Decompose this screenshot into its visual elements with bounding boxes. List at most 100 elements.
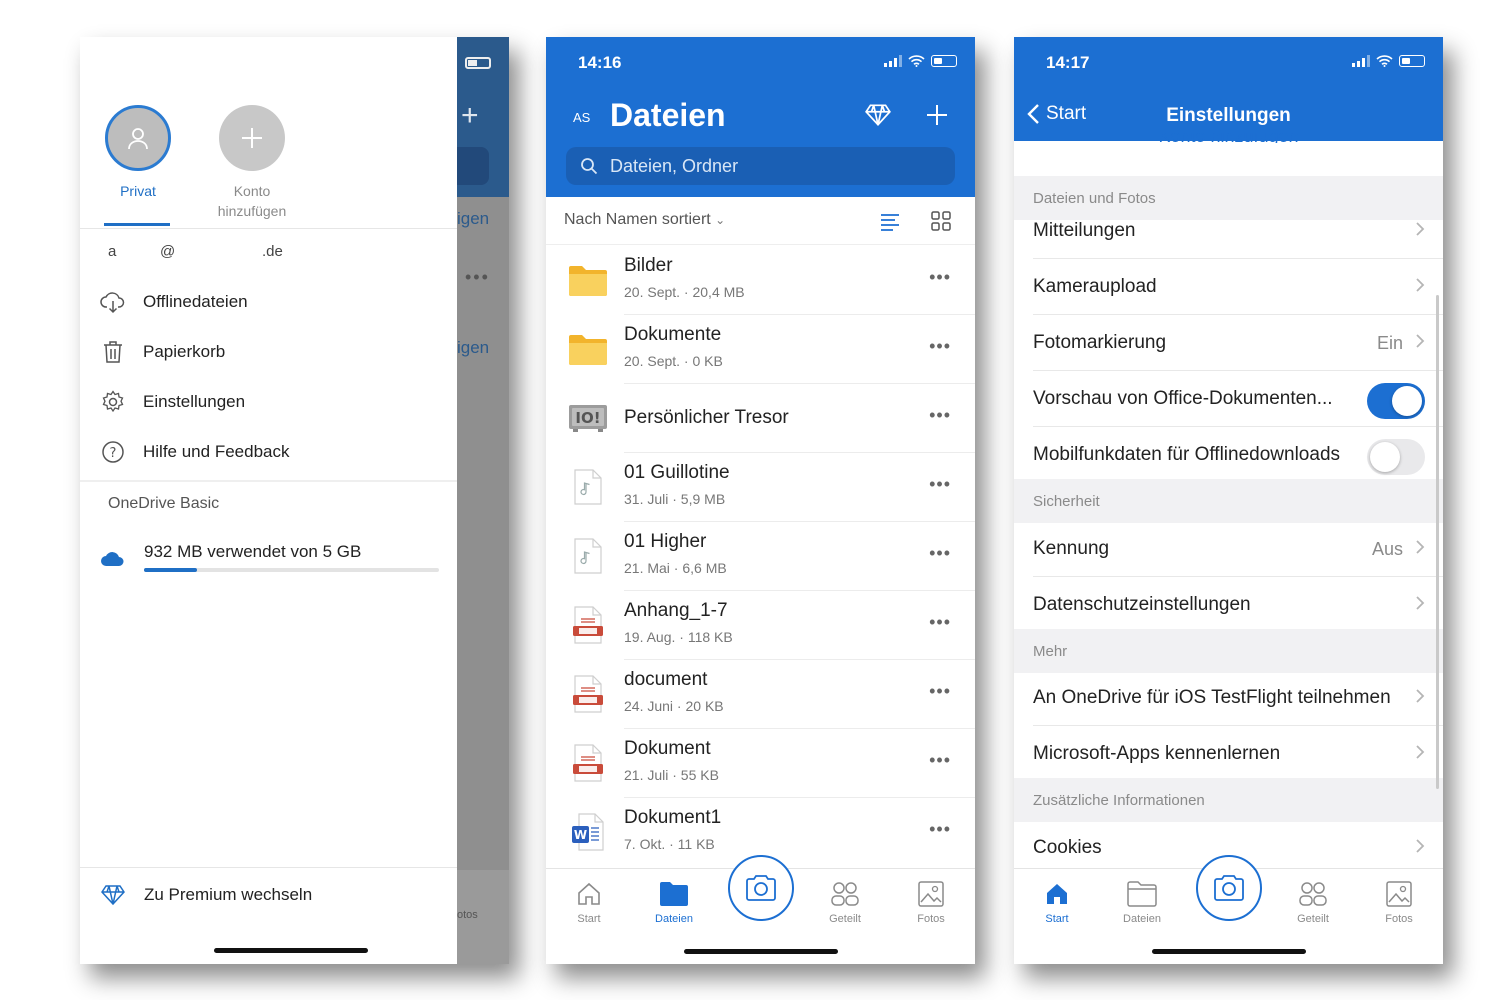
settings-row-testflight[interactable]: An OneDrive für iOS TestFlight teilnehme…	[1014, 670, 1443, 726]
settings-row-passcode[interactable]: Kennung Aus	[1014, 521, 1443, 577]
add-account-label: Konto hinzufügen	[217, 183, 287, 219]
chevron-right-icon	[1416, 278, 1425, 292]
file-row[interactable]: Dokument 21. Juli · 55 KB •••	[546, 729, 975, 798]
scrolled-ghost-text: Konto hinzufügen	[1158, 133, 1299, 143]
files-header: 14:16 AS Dateien Dateien, Ordner	[546, 37, 975, 197]
account-label: Privat	[120, 183, 156, 199]
plus-icon	[242, 128, 262, 148]
file-row[interactable]: 01 Higher 21. Mai · 6,6 MB •••	[546, 522, 975, 591]
setting-value: Ein	[1376, 333, 1403, 353]
file-name: Dokument1	[624, 807, 722, 828]
folder-icon	[639, 879, 709, 909]
status-icons	[1352, 55, 1425, 67]
menu-item-trash[interactable]: Papierkorb	[100, 337, 225, 367]
camera-button[interactable]	[1196, 855, 1262, 921]
file-row[interactable]: document 24. Juni · 20 KB •••	[546, 660, 975, 729]
home-indicator	[683, 949, 838, 954]
tab-start[interactable]: Start	[1022, 879, 1092, 925]
more-icon[interactable]: •••	[929, 474, 951, 495]
folder-icon	[1107, 879, 1177, 909]
account-initials-button[interactable]: AS	[573, 110, 590, 125]
more-icon[interactable]: •••	[929, 336, 951, 357]
settings-row-notifications[interactable]: Mitteilungen	[1014, 203, 1443, 259]
signal-icon	[1352, 55, 1370, 67]
phone-files: 14:16 AS Dateien Dateien, Ordner Nach Na…	[546, 37, 975, 964]
office-preview-toggle[interactable]	[1367, 383, 1425, 419]
tab-start[interactable]: Start	[554, 879, 624, 925]
camera-button[interactable]	[728, 855, 794, 921]
account-privat[interactable]: Privat	[88, 105, 188, 201]
premium-diamond-icon[interactable]	[862, 99, 894, 131]
more-icon[interactable]: •••	[929, 819, 951, 840]
trash-icon	[100, 339, 126, 365]
add-account-button[interactable]: Konto hinzufügen	[202, 105, 302, 221]
battery-icon	[465, 57, 491, 69]
diamond-icon	[101, 885, 125, 906]
background-app-overlay[interactable]: + igen ••• igen otos	[457, 37, 509, 964]
photos-icon	[896, 879, 966, 909]
plan-label: OneDrive Basic	[108, 495, 220, 512]
audio-file-icon	[566, 535, 610, 577]
file-row[interactable]: Anhang_1-7 19. Aug. · 118 KB •••	[546, 591, 975, 660]
file-row[interactable]: Bilder 20. Sept. · 20,4 MB •••	[546, 246, 975, 315]
more-icon[interactable]: •••	[929, 267, 951, 288]
page-title: Einstellungen	[1166, 105, 1291, 126]
phone-account-drawer: + igen ••• igen otos Privat Konto hinzuf…	[80, 37, 509, 964]
add-icon[interactable]	[921, 99, 953, 131]
chevron-right-icon	[1416, 334, 1425, 348]
plus-icon: +	[461, 99, 479, 132]
person-icon	[128, 128, 148, 150]
menu-item-offline-files[interactable]: Offlinedateien	[100, 287, 248, 317]
search-input[interactable]: Dateien, Ordner	[566, 147, 955, 185]
file-name: 01 Higher	[624, 531, 707, 552]
tab-shared[interactable]: Geteilt	[1278, 879, 1348, 925]
phone-settings: 14:17 Start Einstellungen Konto hinzufüg…	[1014, 37, 1443, 964]
tab-bar: Start Dateien Geteilt Fotos	[1014, 855, 1443, 964]
file-row[interactable]: IO! Persönlicher Tresor •••	[546, 384, 975, 453]
svg-text:W: W	[574, 828, 587, 842]
camera-icon	[746, 875, 776, 901]
account-selected-indicator	[104, 223, 170, 226]
menu-item-settings[interactable]: Einstellungen	[100, 387, 245, 417]
settings-row-microsoft-apps[interactable]: Microsoft-Apps kennenlernen	[1014, 726, 1443, 782]
section-header: Mehr	[1014, 629, 1443, 673]
grid-view-icon[interactable]	[931, 211, 951, 231]
tab-photos[interactable]: Fotos	[896, 879, 966, 925]
photos-icon	[1364, 879, 1434, 909]
tab-files[interactable]: Dateien	[639, 879, 709, 925]
tab-photos[interactable]: Fotos	[1364, 879, 1434, 925]
go-premium-button[interactable]: Zu Premium wechseln	[100, 883, 312, 907]
avatar	[105, 105, 171, 171]
more-icon[interactable]: •••	[929, 612, 951, 633]
settings-row-photo-tagging[interactable]: Fotomarkierung Ein	[1014, 315, 1443, 371]
chevron-right-icon	[1416, 540, 1425, 554]
tab-shared[interactable]: Geteilt	[810, 879, 880, 925]
file-row[interactable]: Dokumente 20. Sept. · 0 KB •••	[546, 315, 975, 384]
menu-item-help[interactable]: ? Hilfe und Feedback	[100, 437, 289, 467]
search-icon	[581, 158, 598, 175]
folder-icon	[566, 259, 610, 301]
mobile-data-toggle[interactable]	[1367, 439, 1425, 475]
battery-icon	[931, 55, 957, 67]
pdf-file-icon	[566, 742, 610, 784]
list-view-icon[interactable]	[880, 213, 900, 231]
behind-text: igen	[457, 209, 490, 228]
account-drawer: Privat Konto hinzufügen a @ .de Offlined…	[80, 37, 457, 964]
file-row[interactable]: 01 Guillotine 31. Juli · 5,9 MB •••	[546, 453, 975, 522]
tab-files[interactable]: Dateien	[1107, 879, 1177, 925]
more-icon[interactable]: •••	[929, 405, 951, 426]
settings-row-camera-upload[interactable]: Kameraupload	[1014, 259, 1443, 315]
more-icon[interactable]: •••	[929, 750, 951, 771]
scrollbar[interactable]	[1436, 295, 1439, 789]
more-icon[interactable]: •••	[929, 681, 951, 702]
status-time: 14:16	[578, 53, 622, 72]
add-account-avatar	[219, 105, 285, 171]
status-time: 14:17	[1046, 53, 1090, 72]
more-icon[interactable]: •••	[929, 543, 951, 564]
settings-row-privacy[interactable]: Datenschutzeinstellungen	[1014, 577, 1443, 633]
vault-icon: IO!	[566, 397, 610, 439]
chevron-right-icon	[1416, 689, 1425, 703]
sort-dropdown[interactable]: Nach Namen sortiert ⌄	[564, 211, 725, 229]
cloud-icon	[101, 552, 124, 566]
more-icon: •••	[465, 267, 490, 287]
